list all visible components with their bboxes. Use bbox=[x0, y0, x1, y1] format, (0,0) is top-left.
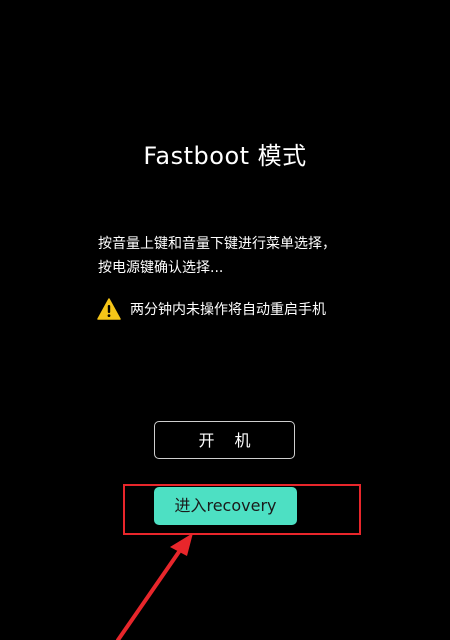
instruction-line-2: 按电源键确认选择... bbox=[98, 260, 224, 276]
auto-reboot-warning: 两分钟内未操作将自动重启手机 bbox=[97, 298, 326, 320]
page-title: Fastboot 模式 bbox=[143, 142, 307, 170]
annotation-highlight-box bbox=[123, 484, 361, 535]
warning-icon bbox=[97, 298, 121, 320]
warning-text: 两分钟内未操作将自动重启手机 bbox=[130, 302, 326, 318]
annotation-arrow bbox=[116, 533, 193, 640]
instruction-line-1: 按音量上键和音量下键进行菜单选择， bbox=[98, 236, 336, 252]
boot-button[interactable]: 开机 bbox=[154, 421, 295, 459]
instructions: 按音量上键和音量下键进行菜单选择， 按电源键确认选择... bbox=[98, 232, 398, 280]
